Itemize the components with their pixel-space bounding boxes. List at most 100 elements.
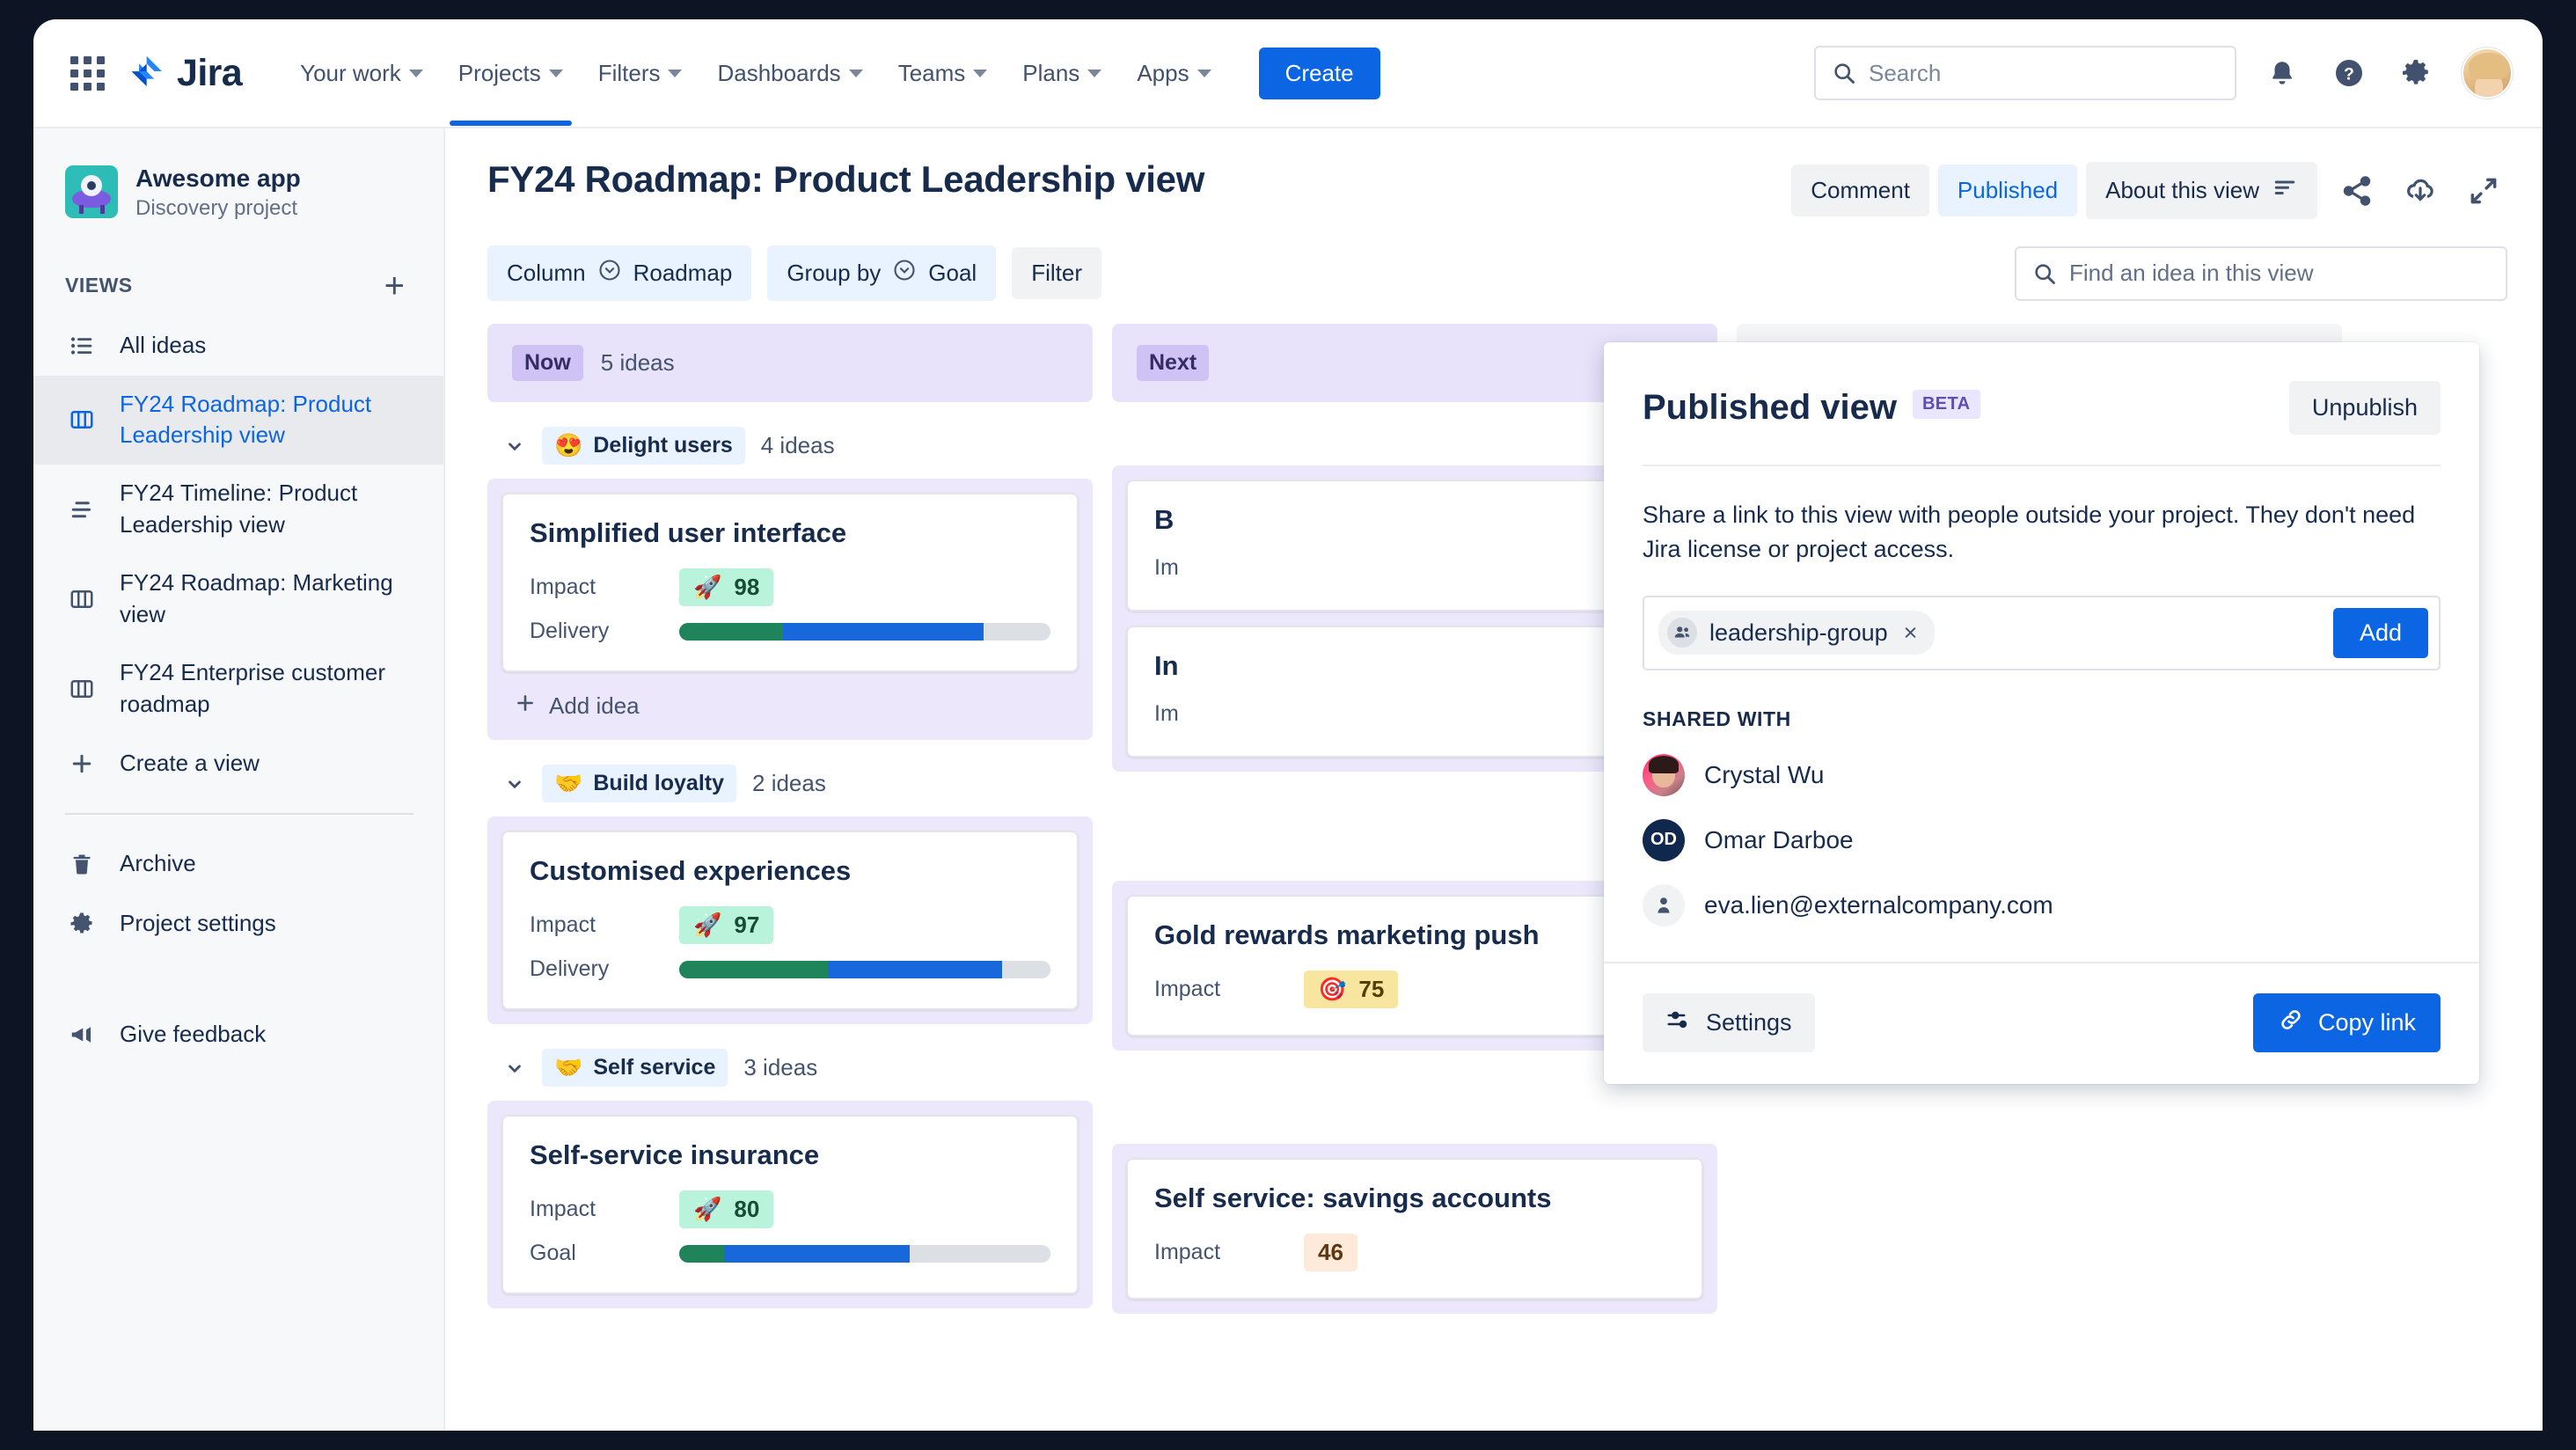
sidebar-item-fy24-timeline-product-leadership[interactable]: FY24 Timeline: Product Leadership view xyxy=(33,465,443,554)
sidebar-item-label: All ideas xyxy=(120,331,207,358)
field-label: Im xyxy=(1154,701,1179,726)
timeline-icon xyxy=(65,493,99,526)
export-button[interactable] xyxy=(2397,167,2444,215)
add-idea-button[interactable]: Add idea xyxy=(501,672,1079,726)
field-label: Goal xyxy=(530,1241,576,1265)
sidebar-item-fy24-enterprise-customer-roadmap[interactable]: FY24 Enterprise customer roadmap xyxy=(33,644,443,734)
user-avatar[interactable] xyxy=(2462,48,2513,99)
idea-card[interactable]: Customised experiences Impact 🚀 97 Deliv… xyxy=(501,831,1079,1010)
views-section-label: VIEWS xyxy=(65,274,133,297)
modal-description: Share a link to this view with people ou… xyxy=(1643,502,2416,563)
settings-button[interactable] xyxy=(2395,52,2437,94)
idea-card[interactable]: Simplified user interface Impact 🚀 98 De… xyxy=(501,493,1079,672)
nav-item-teams[interactable]: Teams xyxy=(882,49,1004,98)
shared-with-name: eva.lien@externalcompany.com xyxy=(1704,890,2053,919)
sidebar-item-create-a-view[interactable]: Create a view xyxy=(33,734,443,794)
create-button[interactable]: Create xyxy=(1258,47,1380,99)
share-recipient-input[interactable]: leadership-group × Add xyxy=(1643,595,2441,670)
share-button[interactable] xyxy=(2333,167,2381,215)
fullscreen-button[interactable] xyxy=(2460,167,2507,215)
beta-badge: BETA xyxy=(1912,390,1980,419)
sidebar-item-project-settings[interactable]: Project settings xyxy=(33,894,443,954)
gear-icon xyxy=(2403,60,2428,84)
field-label: Delivery xyxy=(530,956,610,981)
jira-logo-text: Jira xyxy=(177,51,243,94)
comment-button[interactable]: Comment xyxy=(1791,165,1929,216)
close-icon[interactable]: × xyxy=(1900,619,1921,647)
group-goal-pill: 🤝 Self service xyxy=(542,1049,728,1087)
group-by-selector[interactable]: Group by Goal xyxy=(767,245,997,301)
jira-logo-icon xyxy=(127,54,165,92)
link-icon xyxy=(2278,1007,2304,1039)
idea-card-title: Gold rewards marketing push xyxy=(1154,919,1540,950)
nav-item-plans[interactable]: Plans xyxy=(1006,49,1117,98)
group-header-self-service[interactable]: 🤝 Self service 3 ideas xyxy=(487,1024,1093,1101)
impact-value: 46 xyxy=(1318,1239,1343,1265)
project-header[interactable]: Awesome app Discovery project xyxy=(33,155,443,221)
about-this-view-button[interactable]: About this view xyxy=(2086,162,2317,219)
question-circle-icon: ? xyxy=(2336,60,2362,86)
handshake-emoji-icon: 🤝 xyxy=(554,1054,583,1080)
description-lines-icon xyxy=(2272,174,2298,207)
recipient-chip[interactable]: leadership-group × xyxy=(1658,611,1936,655)
published-button[interactable]: Published xyxy=(1937,165,2078,216)
group-goal-label: Delight users xyxy=(593,433,733,458)
sidebar-item-give-feedback[interactable]: Give feedback xyxy=(33,1005,443,1065)
find-idea-placeholder: Find an idea in this view xyxy=(2069,260,2314,286)
modal-header: Published view BETA Unpublish xyxy=(1604,342,2479,465)
help-button[interactable]: ? xyxy=(2328,52,2370,94)
group-body: Customised experiences Impact 🚀 97 Deliv… xyxy=(487,817,1093,1024)
column-selector-label: Column xyxy=(507,260,586,286)
add-recipient-button[interactable]: Add xyxy=(2332,607,2428,658)
add-view-button[interactable]: + xyxy=(376,265,413,307)
impact-value: 97 xyxy=(734,912,760,938)
find-idea-input[interactable]: Find an idea in this view xyxy=(2015,245,2507,301)
sidebar-item-archive[interactable]: Archive xyxy=(33,834,443,894)
nav-item-projects[interactable]: Projects xyxy=(443,49,579,126)
group-body: Self-service insurance Impact 🚀 80 Goal xyxy=(487,1101,1093,1308)
chevron-down-icon[interactable] xyxy=(503,1057,526,1080)
avatar xyxy=(1643,753,1685,796)
unpublish-button[interactable]: Unpublish xyxy=(2288,381,2441,435)
nav-item-dashboards[interactable]: Dashboards xyxy=(701,49,878,98)
megaphone-icon xyxy=(65,1018,99,1051)
nav-item-label: Apps xyxy=(1137,59,1189,86)
svg-text:?: ? xyxy=(2344,65,2354,84)
idea-card[interactable]: Self service: savings accounts Impact 46 xyxy=(1126,1158,1703,1300)
chevron-down-icon[interactable] xyxy=(503,773,526,795)
filter-button[interactable]: Filter xyxy=(1012,247,1101,299)
idea-card-field-impact: Impact 🚀 98 xyxy=(530,568,1050,606)
modal-title: Published view xyxy=(1643,388,1897,427)
idea-card-field-impact: Im xyxy=(1154,701,1675,727)
board-icon xyxy=(65,403,99,436)
nav-item-label: Dashboards xyxy=(717,59,841,86)
settings-button[interactable]: Settings xyxy=(1643,992,1815,1052)
chevron-down-icon xyxy=(1087,69,1102,77)
nav-right-actions: Search ? xyxy=(1814,46,2513,100)
board-column-now: Now 5 ideas 😍 Delight users 4 ideas Simp… xyxy=(487,324,1093,1308)
app-switcher-button[interactable] xyxy=(63,49,111,97)
group-goal-pill: 😍 Delight users xyxy=(542,427,745,465)
jira-logo[interactable]: Jira xyxy=(127,51,243,95)
nav-item-filters[interactable]: Filters xyxy=(582,49,699,98)
impact-badge: 🚀 98 xyxy=(679,568,774,606)
sidebar-item-fy24-roadmap-marketing[interactable]: FY24 Roadmap: Marketing view xyxy=(33,554,443,644)
group-body: Self service: savings accounts Impact 46 xyxy=(1112,1144,1717,1314)
global-search-input[interactable]: Search xyxy=(1814,46,2236,100)
sidebar-item-all-ideas[interactable]: All ideas xyxy=(33,316,443,376)
nav-item-your-work[interactable]: Your work xyxy=(284,49,439,98)
idea-card[interactable]: Self-service insurance Impact 🚀 80 Goal xyxy=(501,1115,1079,1294)
copy-link-button[interactable]: Copy link xyxy=(2252,992,2441,1052)
impact-badge: 46 xyxy=(1304,1234,1358,1271)
group-header-build-loyalty[interactable]: 🤝 Build loyalty 2 ideas xyxy=(487,740,1093,817)
field-label: Impact xyxy=(530,575,596,599)
expand-icon xyxy=(2470,178,2497,203)
group-header-delight-users[interactable]: 😍 Delight users 4 ideas xyxy=(487,402,1093,479)
nav-item-apps[interactable]: Apps xyxy=(1121,49,1226,98)
chevron-down-icon[interactable] xyxy=(503,435,526,458)
notifications-button[interactable] xyxy=(2261,52,2303,94)
chevron-down-icon xyxy=(408,69,423,77)
chevron-down-icon xyxy=(668,69,683,77)
column-selector[interactable]: Column Roadmap xyxy=(487,245,752,301)
sidebar-item-fy24-roadmap-product-leadership[interactable]: FY24 Roadmap: Product Leadership view xyxy=(33,375,443,465)
